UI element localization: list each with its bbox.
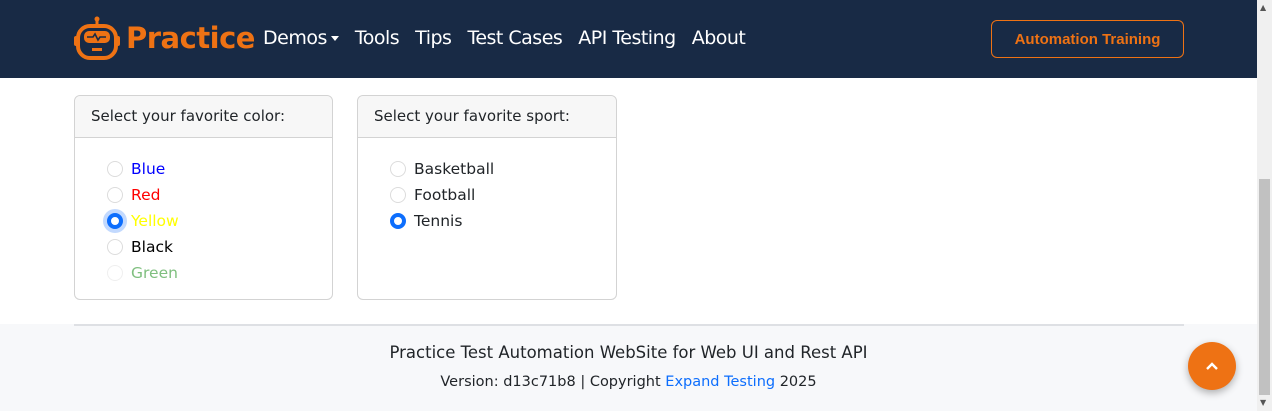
footer-divider bbox=[74, 324, 1184, 326]
radio-option-blue[interactable]: Blue bbox=[107, 156, 332, 182]
scroll-down-arrow-icon[interactable]: ▼ bbox=[1260, 398, 1266, 407]
radio-label[interactable]: Red bbox=[131, 186, 160, 204]
nav-test-cases[interactable]: Test Cases bbox=[467, 27, 562, 49]
radio-option-football[interactable]: Football bbox=[390, 182, 616, 208]
radio-option-black[interactable]: Black bbox=[107, 234, 332, 260]
footer-tagline: Practice Test Automation WebSite for Web… bbox=[389, 343, 868, 362]
radio-option-basketball[interactable]: Basketball bbox=[390, 156, 616, 182]
radio-option-red[interactable]: Red bbox=[107, 182, 332, 208]
radio-label[interactable]: Basketball bbox=[414, 160, 494, 178]
radio-button[interactable] bbox=[390, 213, 406, 229]
radio-label[interactable]: Green bbox=[131, 264, 178, 282]
radio-button[interactable] bbox=[107, 239, 123, 255]
chevron-up-icon bbox=[1206, 362, 1218, 370]
footer-copyright: Version: d13c71b8 | Copyright Expand Tes… bbox=[0, 374, 1257, 390]
automation-training-button[interactable]: Automation Training bbox=[991, 20, 1184, 58]
navbar: Practice Demos Tools Tips Test Cases API… bbox=[0, 0, 1257, 78]
color-card-title: Select your favorite color: bbox=[75, 96, 332, 138]
radio-option-tennis[interactable]: Tennis bbox=[390, 208, 616, 234]
back-to-top-button[interactable] bbox=[1188, 342, 1236, 390]
radio-label[interactable]: Yellow bbox=[131, 212, 179, 230]
year-text: 2025 bbox=[775, 374, 817, 390]
nav-demos-label: Demos bbox=[263, 27, 327, 49]
footer: Practice Test Automation WebSite for Web… bbox=[0, 324, 1257, 411]
nav-demos[interactable]: Demos bbox=[263, 27, 339, 49]
nav-api-testing[interactable]: API Testing bbox=[578, 27, 676, 49]
brand-name: Practice bbox=[126, 21, 255, 55]
radio-button bbox=[107, 265, 123, 281]
radio-option-green: Green bbox=[107, 260, 332, 286]
radio-label[interactable]: Football bbox=[414, 186, 475, 204]
radio-button[interactable] bbox=[107, 213, 123, 229]
caret-down-icon bbox=[330, 36, 339, 41]
nav-tips[interactable]: Tips bbox=[415, 27, 452, 49]
scroll-up-arrow-icon[interactable]: ▲ bbox=[1260, 3, 1266, 12]
radio-button[interactable] bbox=[390, 161, 406, 177]
radio-label[interactable]: Black bbox=[131, 238, 173, 256]
sport-card-title: Select your favorite sport: bbox=[358, 96, 616, 138]
color-card: Select your favorite color: Blue Red Yello… bbox=[74, 95, 333, 300]
radio-option-yellow[interactable]: Yellow bbox=[107, 208, 332, 234]
nav-tools[interactable]: Tools bbox=[355, 27, 400, 49]
radio-label[interactable]: Blue bbox=[131, 160, 165, 178]
scrollbar-thumb[interactable] bbox=[1259, 179, 1270, 395]
brand-logo[interactable]: Practice bbox=[74, 16, 255, 60]
radio-button[interactable] bbox=[390, 187, 406, 203]
expand-testing-link[interactable]: Expand Testing bbox=[665, 374, 775, 390]
scrollbar[interactable]: ▲ ▼ bbox=[1257, 0, 1272, 411]
robot-logo-icon bbox=[74, 16, 120, 60]
radio-button[interactable] bbox=[107, 161, 123, 177]
version-text: Version: d13c71b8 | Copyright bbox=[440, 374, 666, 390]
radio-label[interactable]: Tennis bbox=[414, 212, 462, 230]
radio-button[interactable] bbox=[107, 187, 123, 203]
nav-about[interactable]: About bbox=[692, 27, 746, 49]
sport-card: Select your favorite sport: Basketball Fo… bbox=[357, 95, 617, 300]
